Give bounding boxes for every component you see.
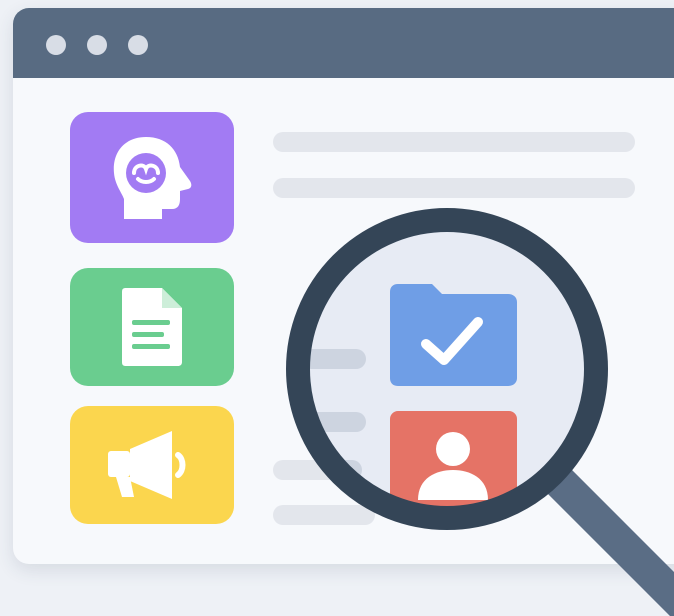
megaphone-icon xyxy=(108,431,186,499)
brain-tile[interactable] xyxy=(70,112,234,243)
text-line-placeholder xyxy=(273,178,635,198)
document-tile[interactable] xyxy=(70,268,234,386)
document-icon xyxy=(122,288,182,366)
browser-window xyxy=(13,8,674,564)
text-line-placeholder xyxy=(273,460,365,480)
megaphone-tile[interactable] xyxy=(70,406,234,524)
title-bar xyxy=(13,8,674,78)
illustration xyxy=(0,0,674,616)
brain-head-icon xyxy=(113,136,192,219)
window-control-dot[interactable] xyxy=(46,35,66,55)
window-control-dot[interactable] xyxy=(128,35,148,55)
text-line-placeholder xyxy=(273,505,375,525)
window-control-dot[interactable] xyxy=(87,35,107,55)
text-line-placeholder xyxy=(273,132,635,152)
